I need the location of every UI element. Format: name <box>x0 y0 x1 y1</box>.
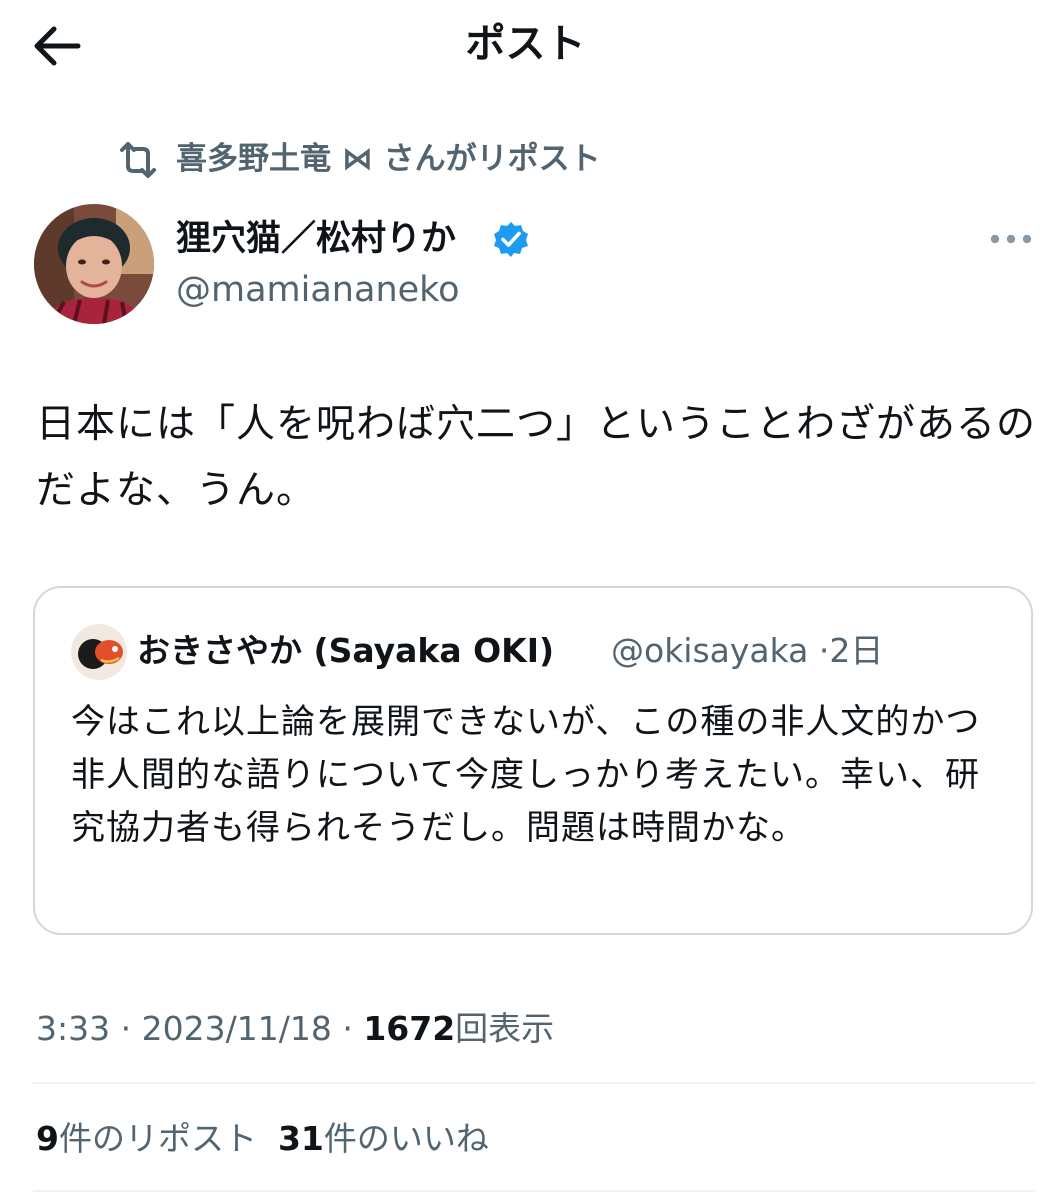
quoted-author-name: おきさやか (Sayaka OKI) <box>137 631 555 670</box>
likes-count: 31 <box>277 1119 324 1158</box>
reposts-label: 件のリポスト <box>58 1119 257 1158</box>
likes-stat[interactable]: 31件のいいね <box>278 1119 489 1158</box>
more-options-button[interactable] <box>984 224 1038 254</box>
quoted-post-age: 2日 <box>829 631 884 670</box>
repost-icon <box>116 142 160 178</box>
page-title: ポスト <box>465 21 586 67</box>
reposts-count: 9 <box>36 1119 59 1158</box>
engagement-stats: 9件のリポスト 31件のいいね <box>36 1114 489 1164</box>
view-label: 回表示 <box>455 1009 555 1048</box>
post-date: 2023/11/18 <box>141 1009 332 1048</box>
quoted-post-text: 今はこれ以上論を展開できないが、この種の非人文的かつ非人間的な語りについて今度し… <box>71 702 981 848</box>
quoted-separator: · <box>818 631 830 670</box>
post-text: 日本には「人を呪わば穴二つ」ということわざがあるのだよな、うん。 <box>36 402 1037 513</box>
quoted-author-handle: @okisayaka <box>611 631 809 670</box>
quoted-avatar <box>71 624 127 680</box>
meta-separator-2: · <box>342 1009 353 1048</box>
reposted-by-label[interactable]: 喜多野土竜 ⋈ さんがリポスト <box>176 136 601 182</box>
quoted-post-card[interactable]: おきさやか (Sayaka OKI) @okisayaka ·2日 今はこれ以上… <box>33 586 1033 935</box>
reposts-stat[interactable]: 9件のリポスト <box>36 1119 257 1158</box>
likes-label: 件のいいね <box>323 1119 489 1158</box>
divider <box>33 1082 1035 1084</box>
post-meta: 3:33 · 2023/11/18 · 1672回表示 <box>36 1004 554 1054</box>
meta-separator: · <box>120 1009 132 1048</box>
avatar[interactable] <box>34 204 154 324</box>
view-count: 1672 <box>363 1009 456 1048</box>
author-name[interactable]: 狸穴猫／松村りか <box>176 214 456 264</box>
quoted-author-meta: @okisayaka ·2日 <box>611 626 883 676</box>
verified-badge-icon <box>492 220 530 258</box>
divider <box>33 1190 1035 1192</box>
more-dots-icon <box>990 234 1032 244</box>
post-time: 3:33 <box>36 1009 111 1048</box>
author-handle[interactable]: @mamiananeko <box>176 266 460 314</box>
